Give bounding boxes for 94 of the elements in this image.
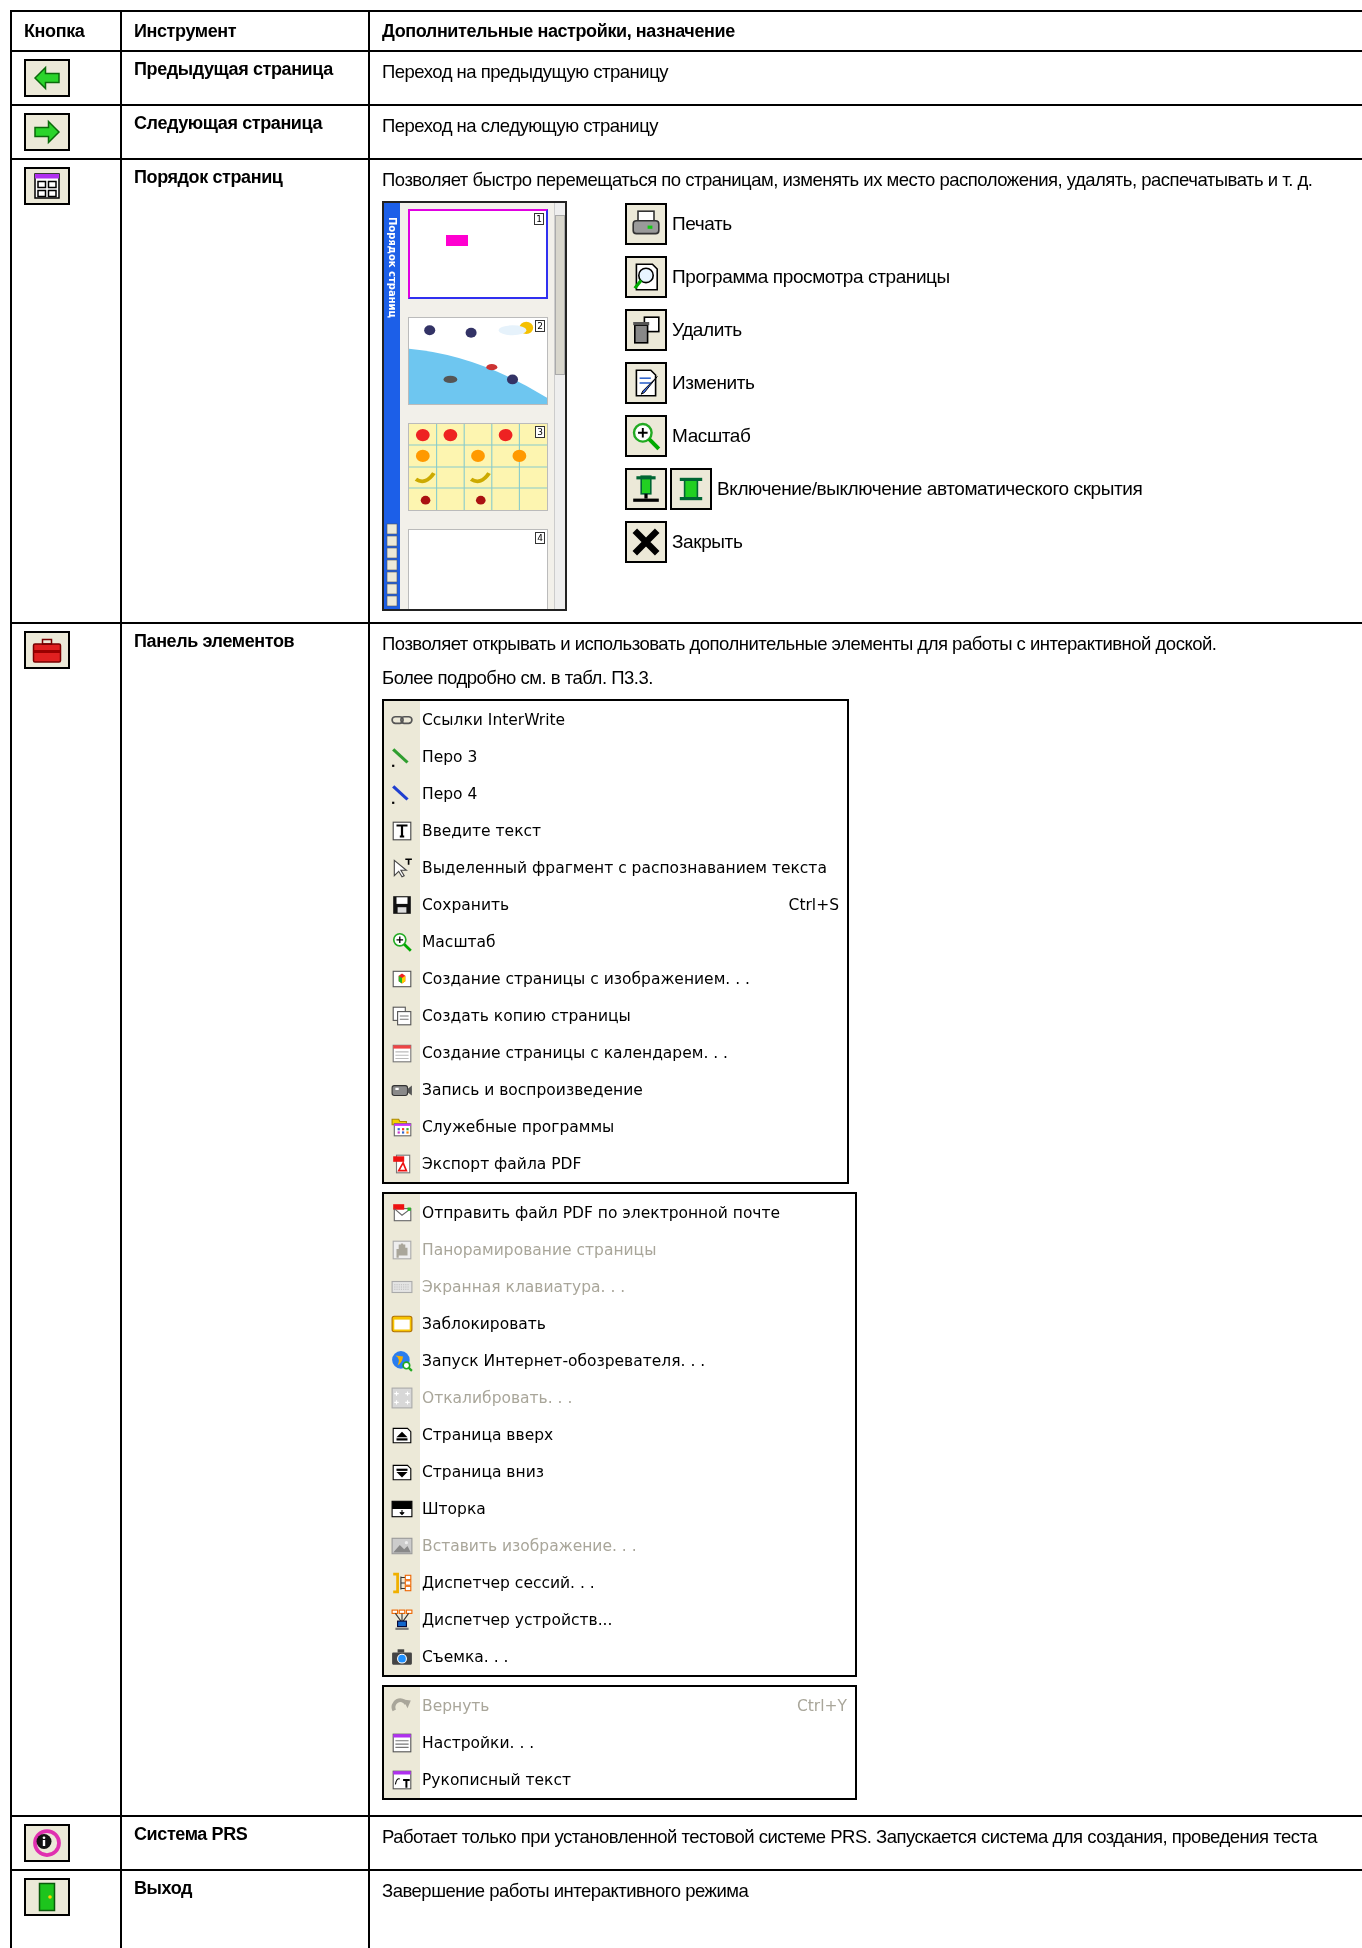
pin-icon bbox=[630, 473, 662, 505]
pdf-icon bbox=[391, 1201, 413, 1224]
pdf-icon bbox=[391, 1152, 413, 1175]
tool-name: Система PRS bbox=[134, 1824, 248, 1845]
tool-label: Удалить bbox=[672, 319, 742, 341]
page-number: 3 bbox=[535, 426, 545, 438]
tool-label: Включение/выключение автоматического скрытия bbox=[717, 478, 1143, 500]
tool-name: Панель элементов bbox=[134, 631, 295, 652]
column-header: Дополнительные настройки, назначение bbox=[382, 21, 735, 42]
menu-item[interactable]: Служебные программы bbox=[384, 1108, 847, 1145]
menu-item[interactable]: Запись и воспроизведение bbox=[384, 1071, 847, 1108]
trash-icon bbox=[630, 314, 662, 346]
menu-item[interactable]: Отправить файл PDF по электронной почте bbox=[384, 1194, 855, 1231]
description-text: Более подробно см. в табл. П3.3. bbox=[382, 666, 654, 690]
copy-icon bbox=[391, 1004, 413, 1027]
tool-label: Масштаб bbox=[672, 425, 751, 447]
handwriting-icon bbox=[391, 1768, 413, 1791]
toolbar-button[interactable] bbox=[24, 1878, 70, 1916]
description-text: Переход на предыдущую страницу bbox=[382, 60, 670, 84]
menu-item[interactable]: Масштаб bbox=[384, 923, 847, 960]
zoom-icon bbox=[391, 930, 413, 953]
menu-item[interactable]: Введите текст bbox=[384, 812, 847, 849]
tool-button[interactable] bbox=[625, 415, 667, 457]
tool-button[interactable] bbox=[670, 468, 712, 510]
tool-button[interactable] bbox=[625, 309, 667, 351]
menu-item[interactable]: Съемка. . . bbox=[384, 1638, 855, 1675]
cursor-icon bbox=[391, 856, 413, 879]
menu-item[interactable]: Диспетчер устройств... bbox=[384, 1601, 855, 1638]
toolbar-button[interactable] bbox=[24, 59, 70, 97]
right-arrow-icon bbox=[31, 117, 63, 147]
description-text: Позволяет быстро перемещаться по страницам, изменять их место расположения, удалять, распечатывать и т. д. bbox=[382, 168, 1314, 192]
menu-item[interactable]: Создать копию страницы bbox=[384, 997, 847, 1034]
hand-icon bbox=[391, 1238, 413, 1261]
menu-item[interactable]: Страница вверх bbox=[384, 1416, 855, 1453]
toolbar-button[interactable] bbox=[24, 631, 70, 669]
tool-label: Печать bbox=[672, 213, 732, 235]
tool-name: Выход bbox=[134, 1878, 193, 1899]
settings-icon bbox=[391, 1731, 413, 1754]
menu-item[interactable]: Выделенный фрагмент с распознаванием текста bbox=[384, 849, 847, 886]
tool-name: Следующая страница bbox=[134, 113, 323, 134]
info-icon bbox=[31, 1828, 63, 1858]
description-text: Завершение работы интерактивного режима bbox=[382, 1879, 750, 1903]
menu-item[interactable]: Экспорт файла PDF bbox=[384, 1145, 847, 1182]
tool-button[interactable] bbox=[625, 256, 667, 298]
page-thumbnail[interactable]: 4 bbox=[408, 529, 548, 609]
menu-item[interactable]: Заблокировать bbox=[384, 1305, 855, 1342]
tool-label: Закрыть bbox=[672, 531, 743, 553]
column-header: Инструмент bbox=[134, 21, 237, 42]
tool-button[interactable] bbox=[625, 468, 667, 510]
page-number: 2 bbox=[535, 320, 545, 332]
zoom-icon bbox=[630, 420, 662, 452]
menu-item[interactable]: Перо 4 bbox=[384, 775, 847, 812]
panel-title: Порядок страниц bbox=[386, 217, 398, 318]
close-icon bbox=[630, 526, 662, 558]
tool-button[interactable] bbox=[625, 203, 667, 245]
menu-item[interactable]: Ссылки InterWrite bbox=[384, 701, 847, 738]
crosshair-icon bbox=[391, 1386, 413, 1409]
description-text: Переход на следующую страницу bbox=[382, 114, 660, 138]
left-arrow-icon bbox=[31, 63, 63, 93]
tool-name: Предыдущая страница bbox=[134, 59, 333, 80]
menu-item[interactable]: Шторка bbox=[384, 1490, 855, 1527]
menu-item[interactable]: Настройки. . . bbox=[384, 1724, 855, 1761]
page-number: 4 bbox=[535, 532, 545, 544]
menu-item[interactable]: Рукописный текст bbox=[384, 1761, 855, 1798]
menu-item[interactable]: Запуск Интернет-обозревателя. . . bbox=[384, 1342, 855, 1379]
description-text: Позволяет открывать и использовать дополнительные элементы для работы с интерактивной доской. bbox=[382, 632, 1218, 656]
globe-icon bbox=[391, 1349, 413, 1372]
menu-item[interactable]: Создание страницы с изображением. . . bbox=[384, 960, 847, 997]
column-header: Кнопка bbox=[24, 21, 85, 42]
toolbar-button[interactable] bbox=[24, 113, 70, 151]
page-thumbnail[interactable]: 1 bbox=[408, 209, 548, 299]
tool-label: Изменить bbox=[672, 372, 755, 394]
menu-item[interactable]: Страница вниз bbox=[384, 1453, 855, 1490]
page-thumbnail[interactable]: 2 bbox=[408, 317, 548, 405]
page-grid-icon bbox=[31, 171, 63, 201]
tool-name: Порядок страниц bbox=[134, 167, 283, 188]
save-icon bbox=[391, 893, 413, 916]
text-icon bbox=[391, 819, 413, 842]
toolbar-button[interactable] bbox=[24, 1824, 70, 1862]
toolbar-button[interactable] bbox=[24, 167, 70, 205]
menu-item[interactable]: Создание страницы с календарем. . . bbox=[384, 1034, 847, 1071]
tree-icon bbox=[391, 1571, 413, 1594]
network-icon bbox=[391, 1608, 413, 1631]
menu-item[interactable]: Сохранить Ctrl+S bbox=[384, 886, 847, 923]
scrollbar[interactable] bbox=[554, 203, 565, 609]
menu-item[interactable]: Диспетчер сессий. . . bbox=[384, 1564, 855, 1601]
page-thumbnail[interactable]: 3 bbox=[408, 423, 548, 511]
description-text: Работает только при установленной тестовой системе PRS. Запускается система для создания, проведения теста bbox=[382, 1825, 1319, 1849]
tool-button[interactable] bbox=[625, 521, 667, 563]
menu-item[interactable]: Перо 3 bbox=[384, 738, 847, 775]
tool-button[interactable] bbox=[625, 362, 667, 404]
rectangle-shape bbox=[446, 235, 468, 246]
tool-label: Программа просмотра страницы bbox=[672, 266, 950, 288]
page-number: 1 bbox=[534, 213, 544, 225]
